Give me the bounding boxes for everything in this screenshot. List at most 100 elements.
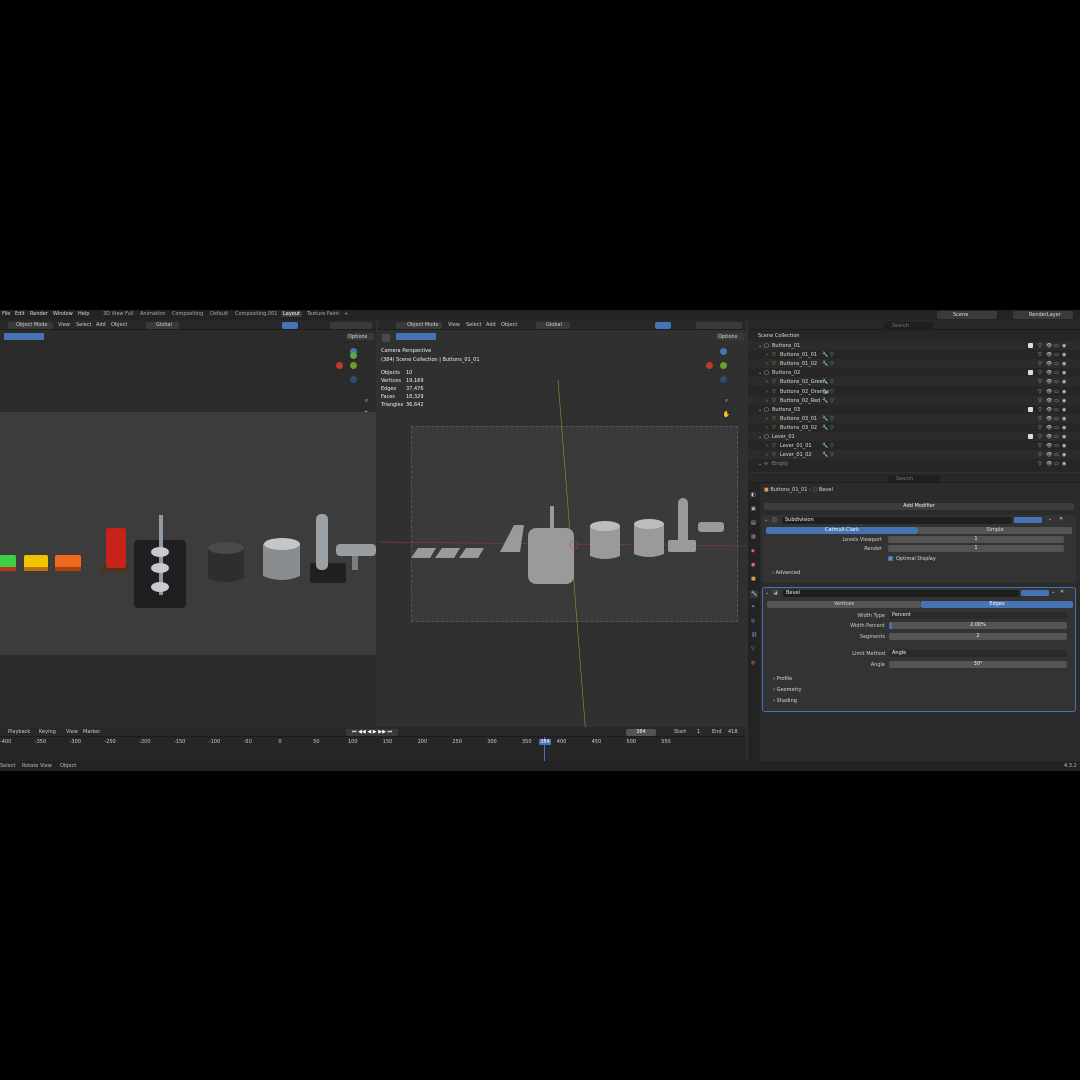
playback-icons[interactable]: ⏮ ◀◀ ◀ ▶ ▶▶ ⏭ <box>352 729 392 735</box>
properties-editor[interactable]: Search ◧ ▣ ▤ ▥ ◆ ● ■ 🔧 ✦ ◎ ⛓ ▽ ◍ ■ Butto… <box>748 473 1080 761</box>
modifier-wrench-icon[interactable]: 🔧 <box>822 389 828 395</box>
eye-icon[interactable]: 👁 <box>1046 425 1052 431</box>
menu-edit[interactable]: Edit <box>15 311 25 317</box>
angle-field[interactable]: 30° <box>889 661 1067 668</box>
zoom-icon[interactable]: ⌕ <box>362 396 371 405</box>
modifier-wrench-icon[interactable]: 🔧 <box>822 398 828 404</box>
outliner-row[interactable]: › ▽ Buttons_02_Red 🔧 ▽ ▽ 👁 ▭ ◉ <box>748 395 1080 405</box>
world-tab-icon[interactable]: ● <box>751 563 755 568</box>
menu-marker[interactable]: Marker <box>83 729 100 735</box>
camera-render-icon[interactable]: ◉ <box>1062 343 1066 349</box>
start-value[interactable]: 1 <box>697 729 700 735</box>
viewport-icon[interactable]: ▭ <box>1054 379 1059 385</box>
camera-render-icon[interactable]: ◉ <box>1062 379 1066 385</box>
viewport-icon[interactable]: ▭ <box>1054 452 1059 458</box>
menu-keying[interactable]: Keying <box>39 729 56 735</box>
tab-catmull-clark[interactable]: Catmull-Clark <box>766 527 918 534</box>
mesh-data-icon[interactable]: ▽ <box>830 379 834 385</box>
camera-render-icon[interactable]: ◉ <box>1062 434 1066 440</box>
tab-3d-view-full[interactable]: 3D View Full <box>101 311 136 317</box>
particles-tab-icon[interactable]: ✦ <box>751 605 755 610</box>
menu-select[interactable]: Select <box>76 322 91 328</box>
mesh-data-icon[interactable]: ▽ <box>830 352 834 358</box>
scene-collection-label[interactable]: Scene Collection <box>758 333 800 339</box>
expand-chevron-icon[interactable]: › <box>766 361 768 367</box>
scene-selector[interactable]: Scene <box>937 311 997 319</box>
advanced-subpanel[interactable]: › Advanced <box>772 570 800 576</box>
limit-method-dropdown[interactable]: Angle <box>889 650 1067 657</box>
menu-add[interactable]: Add <box>96 322 106 328</box>
viewport-icon[interactable]: ▭ <box>1054 352 1059 358</box>
expand-chevron-icon[interactable]: › <box>766 398 768 404</box>
profile-subpanel[interactable]: › Profile <box>773 676 792 682</box>
expand-chevron-icon[interactable]: › <box>766 425 768 431</box>
tab-simple[interactable]: Simple <box>918 527 1072 534</box>
optimal-display-checkbox[interactable]: ✓ <box>888 556 893 561</box>
eye-icon[interactable]: 👁 <box>1046 352 1052 358</box>
levels-viewport-field[interactable]: 1 <box>888 536 1064 543</box>
view-layer-tab-icon[interactable]: ▥ <box>751 535 756 540</box>
playhead-frame[interactable]: 384 <box>539 739 551 745</box>
menu-help[interactable]: Help <box>78 311 89 317</box>
camera-render-icon[interactable]: ◉ <box>1062 443 1066 449</box>
eye-icon[interactable]: 👁 <box>1046 443 1052 449</box>
add-workspace-button[interactable]: + <box>342 311 350 317</box>
menu-object[interactable]: Object <box>111 322 127 328</box>
viewport-icon[interactable]: ▭ <box>1054 461 1059 467</box>
shading-subpanel[interactable]: › Shading <box>773 698 797 704</box>
collapse-chevron-icon[interactable]: ⌄ <box>765 590 769 596</box>
tab-compositing-001[interactable]: Compositing.001 <box>233 311 279 317</box>
collapse-chevron-icon[interactable]: ⌄ <box>758 370 762 376</box>
outliner-row[interactable]: › ▽ Buttons_03_02 🔧 ▽ ▽ 👁 ▭ ◉ <box>748 423 1080 432</box>
filter-icon[interactable]: ▽ <box>1038 452 1042 458</box>
modifier-wrench-icon[interactable]: 🔧 <box>822 379 828 385</box>
filter-icon[interactable]: ▽ <box>1038 379 1042 385</box>
gizmo-toggle[interactable] <box>282 321 298 329</box>
gizmo-neg-z[interactable] <box>350 376 357 383</box>
filter-icon[interactable]: ▽ <box>1038 398 1042 404</box>
camera-render-icon[interactable]: ◉ <box>1062 452 1066 458</box>
end-value[interactable]: 418 <box>728 729 738 735</box>
viewport-icon[interactable]: ▭ <box>1054 416 1059 422</box>
expand-chevron-icon[interactable]: › <box>766 416 768 422</box>
filter-icon[interactable]: ▽ <box>1038 443 1042 449</box>
filter-icon[interactable]: ▽ <box>1038 425 1042 431</box>
timeline[interactable]: Playback Keying View Marker ⏮ ◀◀ ◀ ▶ ▶▶ … <box>0 727 746 762</box>
filter-icon[interactable]: ▽ <box>1038 416 1042 422</box>
viewport-icon[interactable]: ▭ <box>1054 343 1059 349</box>
include-checkbox[interactable] <box>1028 406 1033 412</box>
tab-layout[interactable]: Layout <box>281 311 302 317</box>
camera-render-icon[interactable]: ◉ <box>1062 416 1066 422</box>
camera-render-icon[interactable]: ◉ <box>1062 389 1066 395</box>
gizmo-y-axis[interactable] <box>350 362 357 369</box>
outliner-row[interactable]: ⌄ ▢ Lever_01 ▽ 👁 ▭ ◉ <box>748 432 1080 441</box>
collapse-chevron-icon[interactable]: ⌄ <box>758 434 762 440</box>
gizmo-x-axis[interactable] <box>336 362 343 369</box>
menu-view[interactable]: View <box>58 322 70 328</box>
filter-icon[interactable]: ▽ <box>1038 343 1042 349</box>
outliner-row[interactable]: ⌄ ⊹ Empty ▽ 👁 ▭ ◉ <box>748 459 1080 468</box>
tab-default[interactable]: Default <box>208 311 230 317</box>
viewport-icon[interactable]: ▭ <box>1054 370 1059 376</box>
bevel-visibility-toggles[interactable] <box>1021 590 1049 596</box>
modifier-wrench-icon[interactable]: 🔧 <box>822 361 828 367</box>
shading-buttons[interactable] <box>330 321 372 329</box>
add-modifier-button[interactable]: Add Modifier <box>764 503 1074 510</box>
viewport-icon[interactable]: ▭ <box>1054 398 1059 404</box>
properties-search-input[interactable]: Search <box>888 475 940 482</box>
physics-tab-icon[interactable]: ◎ <box>751 619 755 624</box>
eye-icon[interactable]: 👁 <box>1046 370 1052 376</box>
outliner-row[interactable]: ⌄ ▢ Buttons_02 ▽ 👁 ▭ ◉ <box>748 368 1080 377</box>
tab-vertices[interactable]: Vertices <box>767 601 921 608</box>
filter-icon[interactable]: ▽ <box>1038 370 1042 376</box>
outliner-row[interactable]: › ▽ Buttons_02_Green 🔧 ▽ ▽ 👁 ▭ ◉ <box>748 377 1080 387</box>
expand-chevron-icon[interactable]: › <box>766 443 768 449</box>
outliner[interactable]: Search Scene Collection ⌄ ▢ Buttons_01 ▽ 👁 ▭ ◉… <box>748 320 1080 472</box>
current-frame-field[interactable]: 384 <box>626 728 656 736</box>
viewport-icon[interactable]: ▭ <box>1054 443 1059 449</box>
camera-render-icon[interactable]: ◉ <box>1062 398 1066 404</box>
modifier-wrench-icon[interactable]: 🔧 <box>822 416 828 422</box>
modifier-wrench-icon[interactable]: 🔧 <box>822 352 828 358</box>
right-viewport[interactable]: Object Mode View Select Add Object Globa… <box>378 320 746 736</box>
menu-view[interactable]: View <box>66 729 78 735</box>
